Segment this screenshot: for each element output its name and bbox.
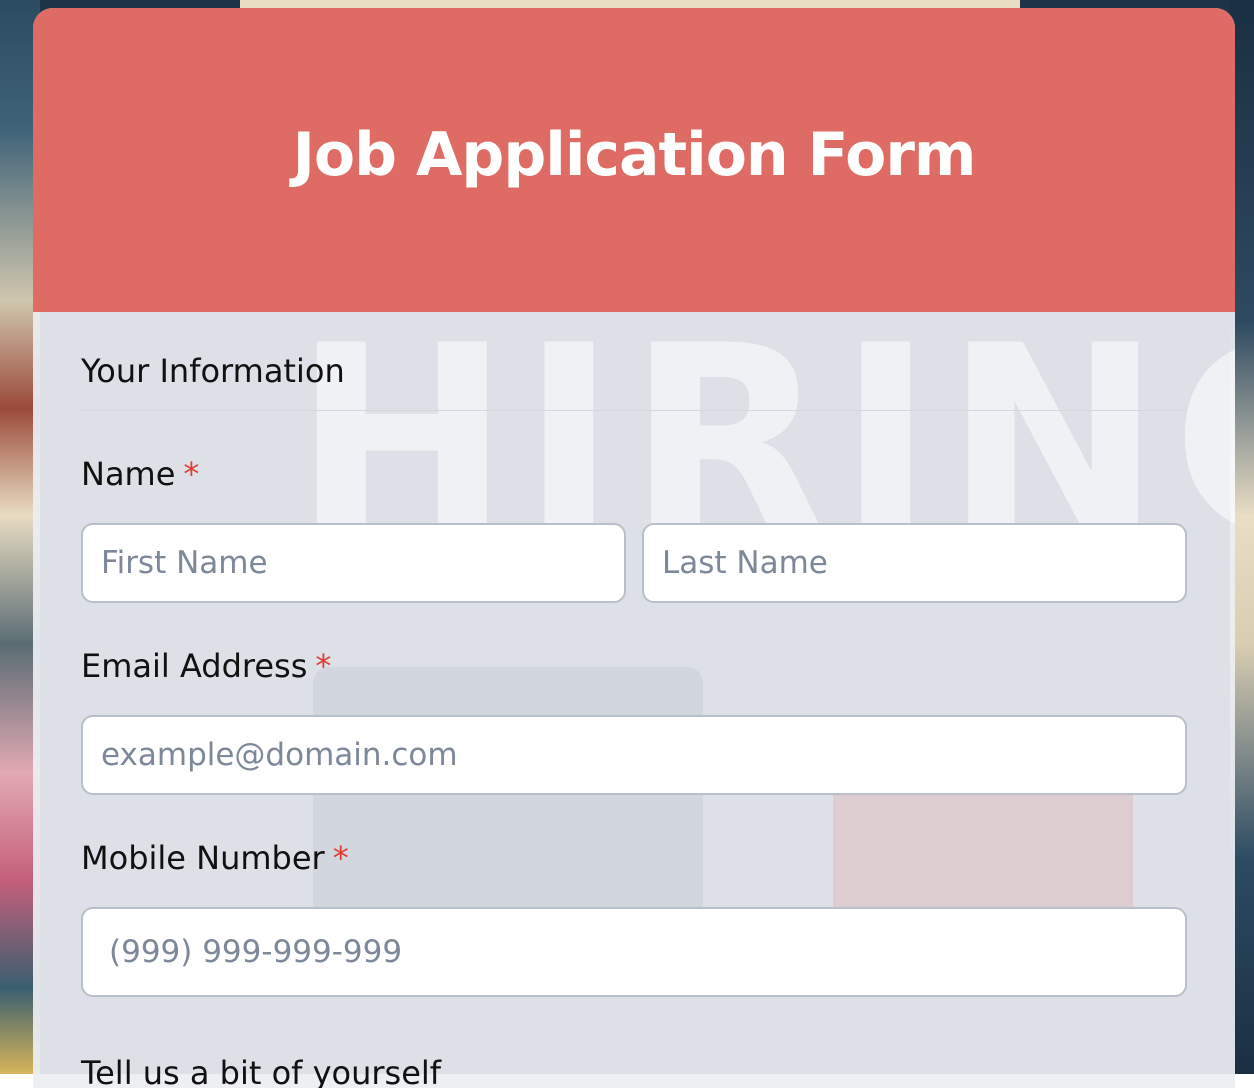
mobile-input[interactable]: (999) 999-999-999 <box>81 907 1187 997</box>
mobile-label: Mobile Number * <box>81 839 1187 877</box>
email-label-text: Email Address <box>81 647 308 685</box>
mobile-field: Mobile Number * (999) 999-999-999 <box>81 839 1187 997</box>
form-header: Job Application Form <box>33 8 1235 312</box>
name-field: Name * First Name Last Name <box>81 455 1187 603</box>
email-placeholder: example@domain.com <box>101 737 458 773</box>
last-name-input[interactable]: Last Name <box>642 523 1187 603</box>
section-title: Your Information <box>81 312 1187 411</box>
last-name-placeholder: Last Name <box>662 545 828 581</box>
first-name-input[interactable]: First Name <box>81 523 626 603</box>
required-asterisk: * <box>332 839 349 877</box>
mobile-placeholder: (999) 999-999-999 <box>109 934 403 970</box>
email-field: Email Address * example@domain.com <box>81 647 1187 795</box>
required-asterisk: * <box>183 455 200 493</box>
name-inputs-row: First Name Last Name <box>81 523 1187 603</box>
email-label: Email Address * <box>81 647 1187 685</box>
form-card: HIRING Job Application Form Your Informa… <box>33 8 1235 1088</box>
name-label-text: Name <box>81 455 176 493</box>
first-name-placeholder: First Name <box>101 545 268 581</box>
required-asterisk: * <box>315 647 332 685</box>
form-body: Your Information Name * First Name Last N… <box>33 312 1235 1088</box>
email-input[interactable]: example@domain.com <box>81 715 1187 795</box>
form-title: Job Application Form <box>292 120 977 190</box>
about-yourself-label: Tell us a bit of yourself <box>81 1054 442 1088</box>
name-label: Name * <box>81 455 1187 493</box>
mobile-label-text: Mobile Number <box>81 839 325 877</box>
